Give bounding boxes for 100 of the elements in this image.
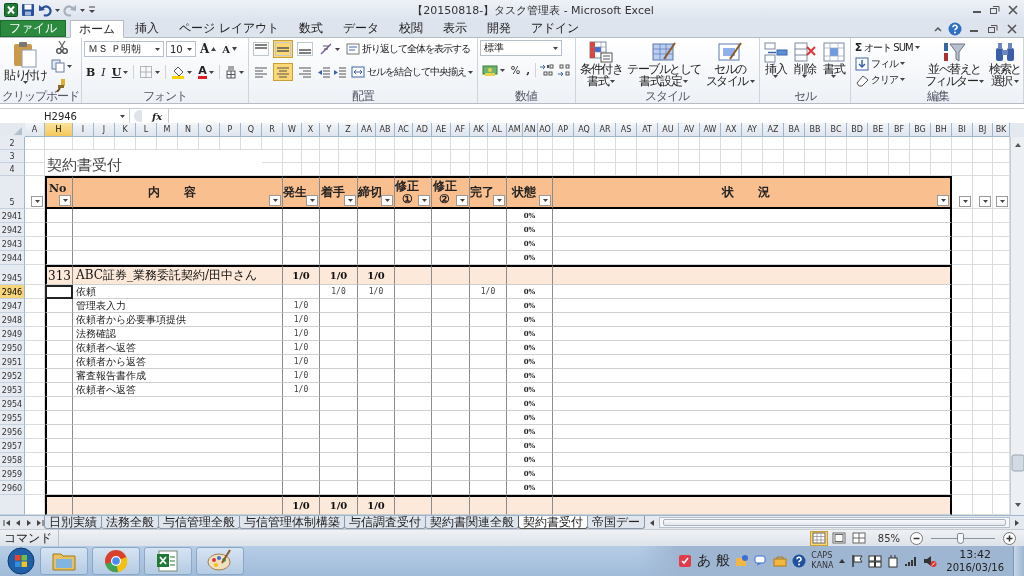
column-heading[interactable]: AY <box>742 123 763 137</box>
column-heading[interactable]: Y <box>320 123 339 137</box>
row-header[interactable]: 2946 <box>0 285 25 299</box>
column-heading[interactable]: AL <box>488 123 507 137</box>
column-heading[interactable]: AV <box>679 123 700 137</box>
column-heading[interactable]: AQ <box>574 123 595 137</box>
row-header[interactable]: 2948 <box>0 313 25 327</box>
italic-button[interactable]: I <box>99 63 108 81</box>
row-header[interactable]: 2945 <box>0 265 25 285</box>
ribbon-tab[interactable]: 表示 <box>433 20 476 37</box>
column-heading[interactable]: AX <box>721 123 742 137</box>
column-heading[interactable]: AW <box>700 123 721 137</box>
column-heading[interactable]: AR <box>595 123 616 137</box>
ribbon-tab[interactable]: データ <box>333 20 388 37</box>
merge-center-button[interactable]: セルを結合して中央揃え <box>348 63 475 81</box>
column-heading[interactable]: AM <box>507 123 523 137</box>
column-heading[interactable]: BJ <box>973 123 993 137</box>
file-tab[interactable]: ファイル <box>0 20 66 37</box>
row-header[interactable]: 2 <box>0 137 25 150</box>
table-format-button[interactable]: テーブルとして 書式設定 <box>625 40 703 88</box>
sort-filter-button[interactable]: 並べ替えと フィルター <box>922 40 987 88</box>
column-heading[interactable]: A <box>25 123 45 137</box>
find-select-button[interactable]: 検索と 選択 <box>987 40 1023 88</box>
ime-mode-indicator[interactable]: 般 <box>716 552 731 570</box>
row-header[interactable]: 2947 <box>0 299 25 313</box>
row-header[interactable]: 3 <box>0 150 25 163</box>
column-heading[interactable]: BB <box>805 123 826 137</box>
insert-function-button[interactable]: fx <box>146 109 169 123</box>
row-header[interactable]: 2950 <box>0 341 25 355</box>
cell-style-button[interactable]: セルの スタイル <box>703 40 757 88</box>
column-heading[interactable]: H <box>45 123 73 137</box>
column-heading[interactable]: AA <box>358 123 376 137</box>
auto-sum-button[interactable]: Σ オート SUM <box>852 40 922 55</box>
ribbon-tab[interactable]: アドイン <box>521 20 588 37</box>
row-header[interactable]: 2953 <box>0 383 25 397</box>
row-header[interactable]: 2942 <box>0 223 25 237</box>
row-header[interactable]: 2954 <box>0 397 25 411</box>
column-heading[interactable]: AT <box>637 123 658 137</box>
column-heading[interactable]: BE <box>868 123 889 137</box>
column-heading[interactable]: AP <box>553 123 574 137</box>
column-heading[interactable]: AE <box>432 123 451 137</box>
number-format-dropdown[interactable]: 標準 <box>479 40 562 56</box>
column-heading[interactable]: BG <box>910 123 931 137</box>
column-heading[interactable]: L <box>136 123 157 137</box>
ribbon-tab[interactable]: 数式 <box>289 20 332 37</box>
column-heading[interactable]: BD <box>847 123 868 137</box>
ribbon-tab[interactable]: 開発 <box>477 20 520 37</box>
conditional-format-button[interactable]: 条件付き 書式 <box>578 40 625 88</box>
fill-button[interactable]: フィル <box>852 56 907 71</box>
column-heading[interactable]: M <box>157 123 178 137</box>
column-heading[interactable]: Z <box>339 123 358 137</box>
row-header[interactable]: 2958 <box>0 453 25 467</box>
row-header[interactable]: 2956 <box>0 425 25 439</box>
column-heading[interactable]: BC <box>826 123 847 137</box>
column-heading[interactable]: BK <box>993 123 1010 137</box>
column-heading[interactable]: AS <box>616 123 637 137</box>
row-header[interactable]: 2960 <box>0 481 25 495</box>
column-heading[interactable]: W <box>283 123 302 137</box>
sheet-tab[interactable]: 与信管理体制構築 <box>239 516 345 529</box>
row-header[interactable]: 2959 <box>0 467 25 481</box>
ribbon-tab[interactable]: 校閲 <box>389 20 432 37</box>
row-header[interactable]: 2955 <box>0 411 25 425</box>
clock-time[interactable]: 13:42 <box>959 548 992 561</box>
sheet-tab[interactable]: 法務全般 <box>101 516 159 529</box>
row-header[interactable]: 2951 <box>0 355 25 369</box>
grow-font-button[interactable]: A <box>198 40 219 58</box>
sheet-tab[interactable]: 与信管理全般 <box>158 516 240 529</box>
insert-button[interactable]: 挿入 <box>761 40 790 79</box>
column-heading[interactable]: AZ <box>763 123 784 137</box>
shrink-font-button[interactable]: A <box>220 40 240 58</box>
column-heading[interactable]: AD <box>413 123 432 137</box>
row-header[interactable]: 2957 <box>0 439 25 453</box>
column-heading[interactable]: AB <box>376 123 395 137</box>
column-heading[interactable]: K <box>115 123 136 137</box>
ribbon-tab[interactable]: ホーム <box>70 20 124 38</box>
sheet-tab[interactable]: 契約書受付 <box>518 516 588 529</box>
column-heading[interactable]: Q <box>241 123 262 137</box>
comma-button[interactable]: , <box>524 61 533 79</box>
column-heading[interactable]: O <box>199 123 220 137</box>
sheet-tab[interactable]: 契約書関連全般 <box>425 516 519 529</box>
font-size-dropdown[interactable]: 10 <box>166 41 196 57</box>
row-header[interactable]: 2952 <box>0 369 25 383</box>
column-heading[interactable]: AN <box>523 123 538 137</box>
column-heading[interactable]: P <box>220 123 241 137</box>
column-heading[interactable]: X <box>302 123 320 137</box>
delete-button[interactable]: 削除 <box>790 40 819 79</box>
ribbon-tab[interactable]: 挿入 <box>126 20 168 37</box>
sheet-tab[interactable]: 帝国デー <box>587 516 645 529</box>
percent-button[interactable]: % <box>508 61 523 79</box>
column-heading[interactable]: BF <box>889 123 910 137</box>
column-heading[interactable]: R <box>262 123 283 137</box>
column-heading[interactable]: I <box>73 123 94 137</box>
wrap-text-button[interactable]: 折り返して全体を表示する <box>343 40 472 58</box>
column-heading[interactable]: AO <box>538 123 553 137</box>
clear-button[interactable]: クリア <box>852 72 907 87</box>
row-header[interactable]: 4 <box>0 163 25 176</box>
column-heading[interactable]: AK <box>470 123 488 137</box>
row-header[interactable]: 2941 <box>0 209 25 223</box>
font-name-dropdown[interactable]: ＭＳ Ｐ明朝 <box>84 41 164 57</box>
clock-date[interactable]: 2016/03/16 <box>946 561 1004 574</box>
